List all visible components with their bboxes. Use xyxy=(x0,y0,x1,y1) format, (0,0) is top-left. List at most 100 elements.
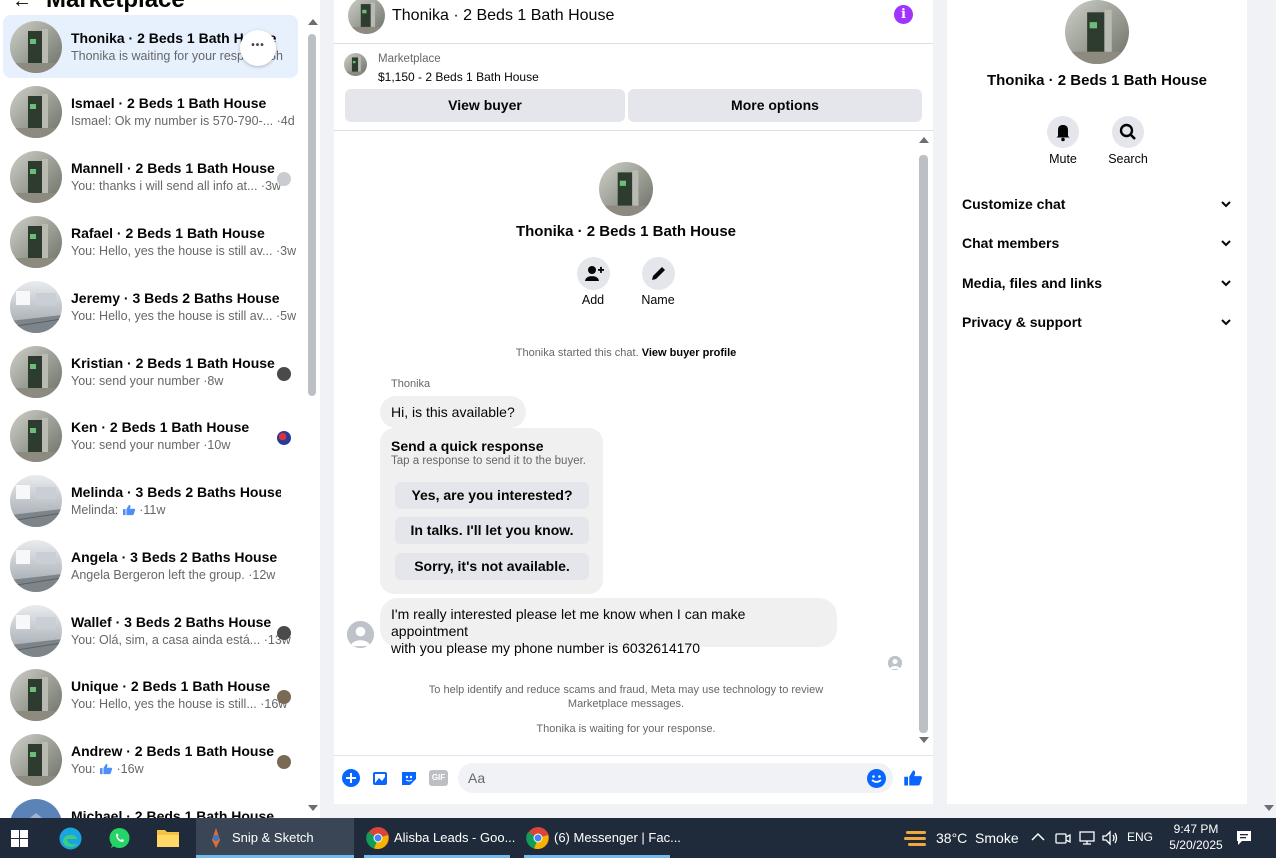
customize-chat-row[interactable]: Customize chat xyxy=(962,196,1232,212)
chrome-icon xyxy=(366,827,389,850)
listing-thumbnail[interactable] xyxy=(344,53,367,76)
conversation-snippet: Ismael: Ok my number is 570-790-... ·4d xyxy=(71,114,295,128)
media-files-links-row[interactable]: Media, files and links xyxy=(962,275,1232,291)
page-scroll-down-icon[interactable] xyxy=(1264,805,1274,811)
taskbar-app-chrome-leads[interactable]: Alisba Leads - Goo... xyxy=(358,818,516,858)
file-explorer-icon[interactable] xyxy=(156,827,180,849)
listing-price[interactable]: $1,150 - 2 Beds 1 Bath House xyxy=(378,70,539,84)
conversation-avatar xyxy=(10,605,62,657)
notifications-icon[interactable] xyxy=(1235,829,1253,847)
scroll-down-arrow-icon[interactable] xyxy=(308,805,318,811)
snippet-text: Melinda: xyxy=(71,503,122,517)
info-avatar[interactable] xyxy=(1065,0,1129,64)
weather-text[interactable]: 38°C Smoke xyxy=(936,830,1019,846)
quick-response-title: Send a quick response xyxy=(391,438,544,454)
chat-members-row[interactable]: Chat members xyxy=(962,235,1232,251)
emoji-icon[interactable] xyxy=(867,769,886,788)
add-person-button[interactable] xyxy=(577,257,610,290)
chat-header-title[interactable]: Thonika · 2 Beds 1 Bath House xyxy=(392,7,614,25)
sender-avatar[interactable] xyxy=(347,621,374,648)
conversation-item[interactable]: Angela · 3 Beds 2 Baths House Angela Berg… xyxy=(3,534,298,597)
gif-icon[interactable]: GIF xyxy=(429,770,448,786)
conversation-item[interactable]: Melinda · 3 Beds 2 Baths House Melinda: ·… xyxy=(3,469,298,532)
taskbar-clock[interactable]: 9:47 PM 5/20/2025 xyxy=(1168,821,1224,853)
conversation-avatar xyxy=(10,475,62,527)
conversation-avatar xyxy=(10,346,62,398)
quick-response-card: Send a quick response Tap a response to … xyxy=(380,428,603,594)
conversation-item[interactable]: Mannell · 2 Beds 1 Bath House You: thanks… xyxy=(3,145,298,208)
more-actions-button[interactable]: ••• xyxy=(240,30,276,66)
language-indicator[interactable]: ENG xyxy=(1127,830,1153,844)
like-icon xyxy=(122,503,136,517)
snippet-time: ·11w xyxy=(135,503,166,517)
conversation-item[interactable]: Jeremy · 3 Beds 2 Baths House You: Hello,… xyxy=(3,275,298,338)
info-icon[interactable]: i xyxy=(894,5,913,24)
section-label: Media, files and links xyxy=(962,275,1103,291)
smoke-weather-icon[interactable] xyxy=(904,827,928,849)
view-buyer-profile-link[interactable]: View buyer profile xyxy=(642,347,737,359)
chat-info-panel: Thonika · 2 Beds 1 Bath House Mute Searc… xyxy=(947,0,1247,804)
volume-icon[interactable] xyxy=(1101,830,1119,846)
quick-response-in-talks[interactable]: In talks. I'll let you know. xyxy=(395,517,589,544)
conversation-snippet: You: Hello, yes the house is still av...… xyxy=(71,309,297,323)
chevron-down-icon xyxy=(1221,240,1231,247)
whatsapp-icon[interactable] xyxy=(107,826,132,851)
quick-response-not-available[interactable]: Sorry, it's not available. xyxy=(395,553,589,580)
conversation-item[interactable]: Wallef · 3 Beds 2 Baths House You: Olá, s… xyxy=(3,599,298,662)
edge-icon[interactable] xyxy=(58,826,83,851)
conversation-avatar xyxy=(10,86,62,138)
conversation-item[interactable]: Thonika · 2 Beds 1 Bath House Thonika is … xyxy=(3,15,298,78)
conversation-item[interactable]: Unique · 2 Beds 1 Bath House You: Hello, … xyxy=(3,663,298,726)
conversation-item[interactable]: Michael · 2 Beds 1 Bath House xyxy=(3,793,298,818)
search-button[interactable] xyxy=(1112,116,1144,148)
section-label: Customize chat xyxy=(962,196,1066,212)
edit-name-button[interactable] xyxy=(642,257,675,290)
quick-response-yes[interactable]: Yes, are you interested? xyxy=(395,482,589,509)
conversation-item[interactable]: Kristian · 2 Beds 1 Bath House You: send … xyxy=(3,340,298,403)
chat-profile-avatar[interactable] xyxy=(599,162,653,216)
chat-profile-name: Thonika · 2 Beds 1 Bath House xyxy=(515,223,737,240)
search-icon xyxy=(1119,123,1136,140)
privacy-support-row[interactable]: Privacy & support xyxy=(962,314,1232,330)
sticker-icon[interactable] xyxy=(400,769,418,787)
message-input[interactable] xyxy=(458,763,893,793)
chat-scroll-up-icon[interactable] xyxy=(919,137,929,143)
meet-now-icon[interactable] xyxy=(1055,830,1071,846)
view-buyer-button[interactable]: View buyer xyxy=(345,89,625,122)
quick-response-subtitle: Tap a response to send it to the buyer. xyxy=(391,455,586,467)
chat-header-avatar[interactable] xyxy=(348,0,385,34)
conversation-item[interactable]: Rafael · 2 Beds 1 Bath House You: Hello, … xyxy=(3,210,298,273)
like-icon[interactable] xyxy=(903,768,923,788)
message-bubble[interactable]: Hi, is this available? xyxy=(380,396,526,428)
photo-icon[interactable] xyxy=(371,769,389,787)
seen-avatar-icon xyxy=(277,755,291,769)
conversation-snippet: You: send your number ·10w xyxy=(71,438,231,452)
conversation-name: Ismael · 2 Beds 1 Bath House xyxy=(71,95,267,111)
network-icon[interactable] xyxy=(1078,830,1096,846)
bell-icon xyxy=(1056,125,1070,142)
taskbar-app-chrome-messenger[interactable]: (6) Messenger | Fac... xyxy=(520,818,681,858)
back-arrow-icon[interactable]: ← xyxy=(12,0,34,13)
conversation-item[interactable]: Andrew · 2 Beds 1 Bath House You: ·16w xyxy=(3,728,298,791)
more-options-button[interactable]: More options xyxy=(628,89,922,122)
message-bubble-interested[interactable]: I'm really interested please let me know… xyxy=(380,598,837,656)
left-scrollbar[interactable] xyxy=(308,34,316,396)
chrome-icon xyxy=(526,827,549,850)
scam-notice: To help identify and reduce scams and fr… xyxy=(428,684,824,710)
windows-start-icon[interactable] xyxy=(11,830,28,847)
seen-receipt-avatar xyxy=(888,656,902,670)
chat-scrollbar[interactable] xyxy=(919,155,928,733)
mute-label: Mute xyxy=(1049,152,1077,166)
mute-button[interactable] xyxy=(1047,116,1079,148)
conversation-item[interactable]: Ken · 2 Beds 1 Bath House You: send your … xyxy=(3,404,298,467)
started-text: Thonika started this chat. xyxy=(515,347,639,359)
conversation-item[interactable]: Ismael · 2 Beds 1 Bath House Ismael: Ok m… xyxy=(3,80,298,143)
chevron-up-icon[interactable] xyxy=(1031,832,1045,842)
scroll-up-arrow-icon[interactable] xyxy=(308,19,318,25)
plus-circle-icon[interactable] xyxy=(342,769,360,787)
heading-text: Marketplace xyxy=(46,0,185,13)
taskbar-app-snip-sketch[interactable]: Snip & Sketch xyxy=(196,818,354,858)
section-label: Privacy & support xyxy=(962,314,1082,330)
conversation-snippet: You: Hello, yes the house is still... ·1… xyxy=(71,697,288,711)
chat-scroll-down-icon[interactable] xyxy=(919,737,929,743)
